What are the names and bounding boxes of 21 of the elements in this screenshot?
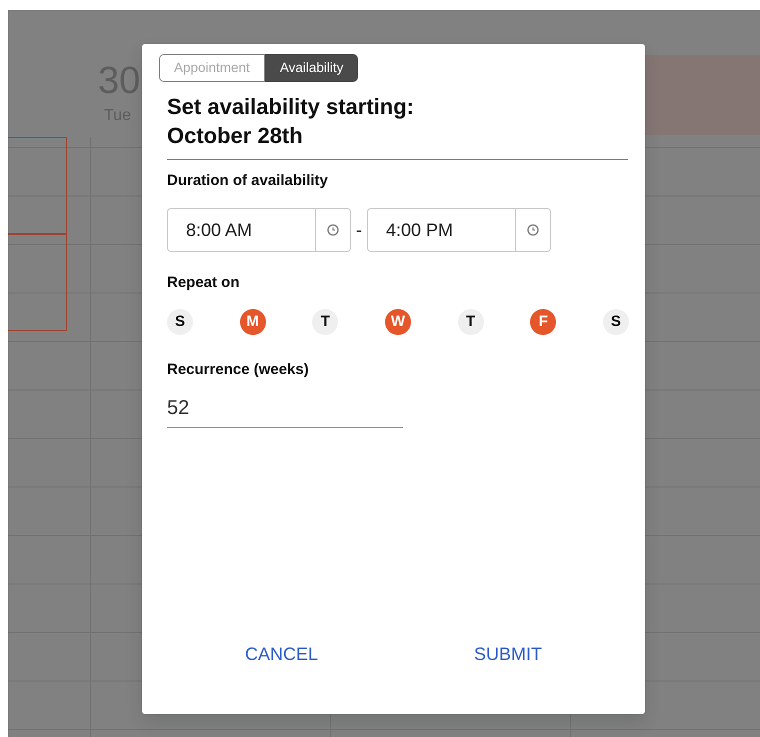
day-toggle[interactable]: M — [240, 308, 266, 335]
day-toggle[interactable]: S — [602, 308, 629, 335]
day-toggle[interactable]: W — [384, 308, 411, 335]
start-time-field[interactable]: 8:00 AM — [167, 208, 315, 252]
separator: - — [356, 218, 362, 242]
submit-button[interactable]: SUBMIT — [466, 637, 550, 672]
duration-label: Duration of availability — [167, 170, 329, 191]
recurrence-label: Recurrence (weeks) — [167, 360, 310, 380]
clock-button[interactable] — [315, 208, 351, 252]
repeat-label: Repeat on — [167, 273, 241, 294]
end-time-field[interactable]: 4:00 PM — [367, 208, 515, 252]
tab[interactable]: Availability — [264, 54, 358, 82]
day-toggle[interactable]: T — [312, 308, 338, 335]
clock-button[interactable] — [515, 208, 551, 252]
day-toggle[interactable]: S — [167, 308, 193, 335]
day-toggle[interactable]: F — [530, 308, 556, 335]
day-toggle[interactable]: T — [458, 308, 484, 335]
clock-icon — [327, 224, 339, 236]
dialog-title: Set availability starting: October 28th — [167, 92, 415, 150]
clock-icon — [527, 224, 539, 236]
cancel-button[interactable]: CANCEL — [236, 637, 326, 672]
